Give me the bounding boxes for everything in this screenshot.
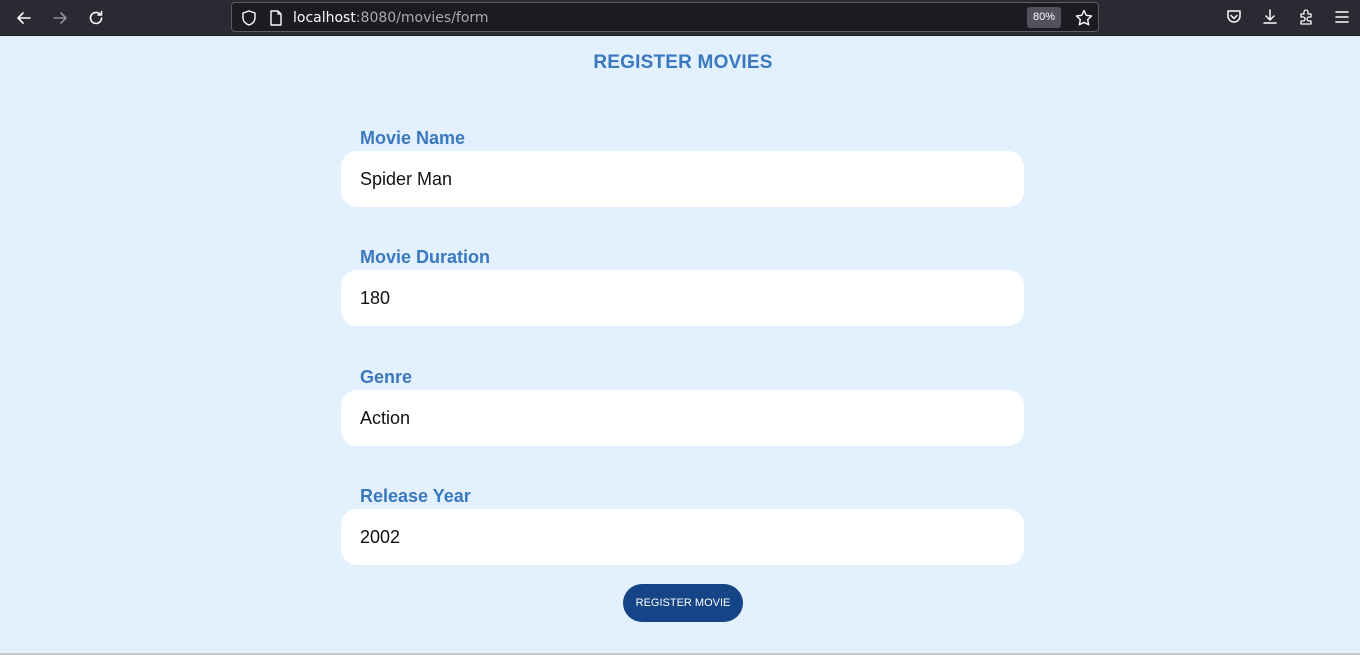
address-bar[interactable]: localhost:8080/movies/form 80% [231, 2, 1099, 32]
url-text[interactable]: localhost:8080/movies/form [293, 10, 489, 26]
arrow-left-icon [17, 12, 31, 24]
movie-duration-input[interactable]: 180 [341, 270, 1024, 326]
forward-button[interactable] [48, 6, 72, 30]
movie-duration-label: Movie Duration [360, 247, 491, 267]
page-content: REGISTER MOVIES Movie Name Spider Man Mo… [0, 37, 1360, 653]
back-button[interactable] [12, 6, 36, 30]
pocket-icon [1227, 10, 1241, 23]
extensions-button[interactable] [1296, 7, 1316, 27]
zoom-level-badge[interactable]: 80% [1027, 7, 1062, 28]
pocket-button[interactable] [1224, 7, 1244, 27]
movie-name-input[interactable]: Spider Man [341, 151, 1024, 207]
browser-toolbar: localhost:8080/movies/form 80% [0, 0, 1360, 36]
extensions-icon [1300, 9, 1312, 25]
genre-input[interactable]: Action [341, 390, 1024, 446]
register-movie-button[interactable]: REGISTER MOVIE [623, 584, 743, 622]
page-title: REGISTER MOVIES [593, 52, 773, 73]
reload-button[interactable] [84, 6, 108, 30]
release-year-input[interactable]: 2002 [341, 509, 1024, 565]
arrow-right-icon [53, 12, 67, 24]
url-path: :8080/movies/form [355, 10, 489, 26]
reload-icon [89, 10, 103, 25]
downloads-button[interactable] [1260, 7, 1280, 27]
page-icon[interactable] [268, 9, 284, 27]
star-icon[interactable] [1074, 8, 1094, 28]
app-menu-button[interactable] [1332, 7, 1352, 27]
hamburger-menu-icon [1335, 11, 1349, 23]
shield-icon[interactable] [240, 9, 258, 27]
genre-label: Genre [360, 367, 413, 387]
url-host: localhost [293, 10, 356, 26]
download-icon [1263, 9, 1277, 24]
movie-name-label: Movie Name [360, 128, 466, 148]
release-year-label: Release Year [360, 486, 471, 506]
